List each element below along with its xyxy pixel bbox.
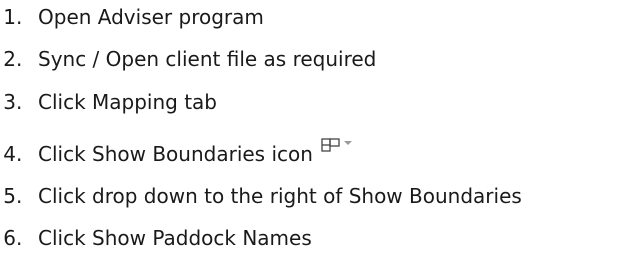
chevron-down-icon: [343, 141, 352, 145]
step-text: Click Show Paddock Names: [38, 226, 312, 250]
step-text: Click Show Boundaries icon: [38, 142, 313, 166]
step-text: Open Adviser program: [38, 5, 264, 29]
list-item: 5. Click drop down to the right of Show …: [0, 181, 522, 211]
instruction-list: 1. Open Adviser program 2. Sync / Open c…: [0, 0, 638, 255]
list-item: 4. Click Show Boundaries icon: [0, 138, 352, 169]
show-boundaries-icon: [321, 138, 352, 152]
step-number: 2: [3, 47, 16, 71]
step-text: Click drop down to the right of Show Bou…: [38, 184, 522, 208]
step-number: 3: [3, 90, 16, 114]
step-text-with-icon: Click Show Boundaries icon: [38, 138, 352, 166]
step-number: 1: [3, 5, 16, 29]
step-number: 4: [3, 142, 16, 166]
step-number: 5: [3, 184, 16, 208]
list-item: 1. Open Adviser program: [0, 2, 264, 32]
step-number: 6: [3, 226, 16, 250]
boundaries-glyph: [321, 138, 340, 152]
list-item: 3. Click Mapping tab: [0, 87, 217, 117]
list-item: 2. Sync / Open client file as required: [0, 44, 376, 74]
step-text: Click Mapping tab: [38, 90, 217, 114]
step-text: Sync / Open client file as required: [38, 47, 377, 71]
list-item: 6. Click Show Paddock Names: [0, 223, 311, 253]
